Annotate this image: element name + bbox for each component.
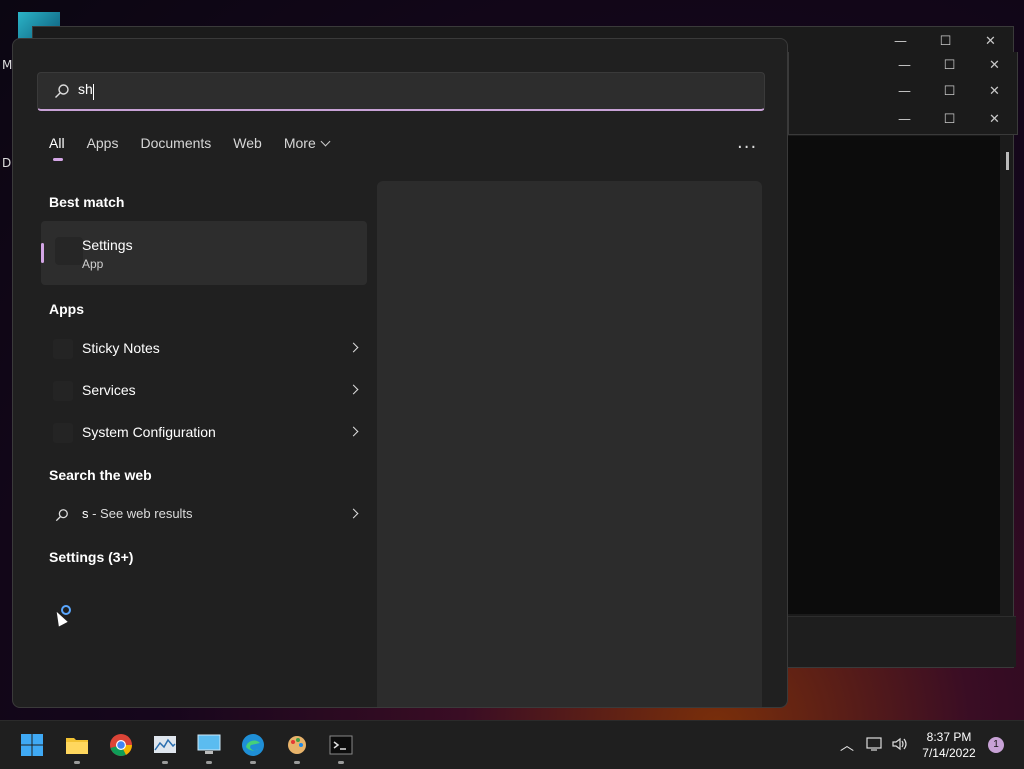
maximize-icon[interactable]: ☐ xyxy=(927,84,972,99)
chevron-right-icon[interactable] xyxy=(348,508,359,519)
running-indicator xyxy=(162,761,168,764)
clock-time: 8:37 PM xyxy=(926,730,972,744)
search-web-heading: Search the web xyxy=(49,467,152,483)
search-icon xyxy=(55,509,68,522)
close-icon[interactable]: ✕ xyxy=(972,58,1017,73)
window-controls: — ☐ ✕ xyxy=(878,27,1013,55)
start-menu: sh All Apps Documents Web More ··· Best … xyxy=(12,38,788,708)
sticky-notes-icon xyxy=(53,339,73,359)
resource-monitor-icon[interactable] xyxy=(153,733,177,757)
search-icon xyxy=(55,84,69,98)
running-indicator xyxy=(74,761,80,764)
app-item-label: Services xyxy=(82,382,136,398)
terminal-scrollbar[interactable] xyxy=(1006,152,1009,170)
clock-date: 7/14/2022 xyxy=(922,746,976,760)
background-window-3-titlebar[interactable]: — ☐ ✕ xyxy=(788,78,1018,105)
chevron-down-icon xyxy=(320,136,331,147)
minimize-icon[interactable]: — xyxy=(882,112,927,127)
running-indicator xyxy=(206,761,212,764)
terminal-content[interactable] xyxy=(788,136,1000,614)
search-input[interactable]: sh xyxy=(78,81,678,101)
close-icon[interactable]: ✕ xyxy=(968,34,1013,49)
result-preview-pane xyxy=(377,181,762,707)
tab-documents[interactable]: Documents xyxy=(140,135,211,159)
tab-apps-label: Apps xyxy=(86,135,119,151)
window-status-area xyxy=(788,616,1016,667)
app-item-services[interactable]: Services xyxy=(49,373,359,409)
notification-badge[interactable]: 1 xyxy=(988,737,1004,753)
close-icon[interactable]: ✕ xyxy=(972,112,1017,127)
services-icon xyxy=(53,381,73,401)
maximize-icon[interactable]: ☐ xyxy=(923,34,968,49)
window-controls: — ☐ ✕ xyxy=(882,104,1017,134)
chrome-icon[interactable] xyxy=(109,733,133,757)
close-icon[interactable]: ✕ xyxy=(972,84,1017,99)
best-match-heading: Best match xyxy=(49,194,125,210)
network-icon[interactable] xyxy=(866,736,884,752)
desktop-label-1: M xyxy=(2,58,13,72)
taskbar: ︿ 8:37 PM 7/14/2022 1 xyxy=(0,720,1024,769)
background-window-2-titlebar[interactable]: — ☐ ✕ xyxy=(788,52,1018,79)
best-match-type: App xyxy=(82,257,104,271)
app-item-label: System Configuration xyxy=(82,424,216,440)
maximize-icon[interactable]: ☐ xyxy=(927,112,972,127)
running-indicator xyxy=(338,761,344,764)
paint-icon[interactable] xyxy=(285,733,309,757)
tab-web-label: Web xyxy=(233,135,262,151)
minimize-icon[interactable]: — xyxy=(882,58,927,73)
window-controls: — ☐ ✕ xyxy=(882,52,1017,78)
filter-tabs: All Apps Documents Web More xyxy=(49,135,351,161)
tab-all[interactable]: All xyxy=(49,135,65,161)
settings-icon xyxy=(55,237,83,265)
chevron-right-icon[interactable] xyxy=(348,384,359,395)
web-result-label: s - See web results xyxy=(82,506,193,521)
app-item-sticky-notes[interactable]: Sticky Notes xyxy=(49,331,359,367)
tab-more[interactable]: More xyxy=(283,135,331,159)
app-item-system-configuration[interactable]: System Configuration xyxy=(49,415,359,451)
search-box[interactable]: sh xyxy=(37,72,765,111)
tab-more-label: More xyxy=(283,135,316,151)
text-caret xyxy=(93,84,94,100)
background-window-4-titlebar[interactable]: — ☐ ✕ xyxy=(788,104,1018,135)
web-result[interactable]: s - See web results xyxy=(49,497,359,533)
selection-indicator xyxy=(41,243,44,263)
tab-web[interactable]: Web xyxy=(233,135,262,159)
tab-documents-label: Documents xyxy=(140,135,212,151)
tab-apps[interactable]: Apps xyxy=(87,135,119,159)
start-icon[interactable] xyxy=(20,733,44,757)
apps-heading: Apps xyxy=(49,301,84,317)
best-match-name: Settings xyxy=(82,237,133,253)
minimize-icon[interactable]: — xyxy=(878,34,923,49)
remote-desktop-icon[interactable] xyxy=(197,733,221,757)
edge-icon[interactable] xyxy=(241,733,265,757)
chevron-right-icon[interactable] xyxy=(348,342,359,353)
system-configuration-icon xyxy=(53,423,73,443)
chevron-up-icon[interactable]: ︿ xyxy=(840,735,854,755)
tab-all-label: All xyxy=(49,135,65,151)
clock[interactable]: 8:37 PM 7/14/2022 xyxy=(920,729,978,761)
chevron-right-icon[interactable] xyxy=(348,426,359,437)
best-match-settings[interactable]: Settings App xyxy=(41,221,367,285)
file-explorer-icon[interactable] xyxy=(65,733,89,757)
web-result-suffix: - See web results xyxy=(88,506,193,521)
more-options-button[interactable]: ··· xyxy=(737,137,757,158)
app-item-label: Sticky Notes xyxy=(82,340,160,356)
running-indicator xyxy=(250,761,256,764)
terminal-icon[interactable] xyxy=(329,733,353,757)
settings-more-heading[interactable]: Settings (3+) xyxy=(49,549,133,565)
window-controls: — ☐ ✕ xyxy=(882,78,1017,104)
maximize-icon[interactable]: ☐ xyxy=(927,58,972,73)
volume-icon[interactable] xyxy=(891,736,909,752)
running-indicator xyxy=(294,761,300,764)
minimize-icon[interactable]: — xyxy=(882,84,927,99)
